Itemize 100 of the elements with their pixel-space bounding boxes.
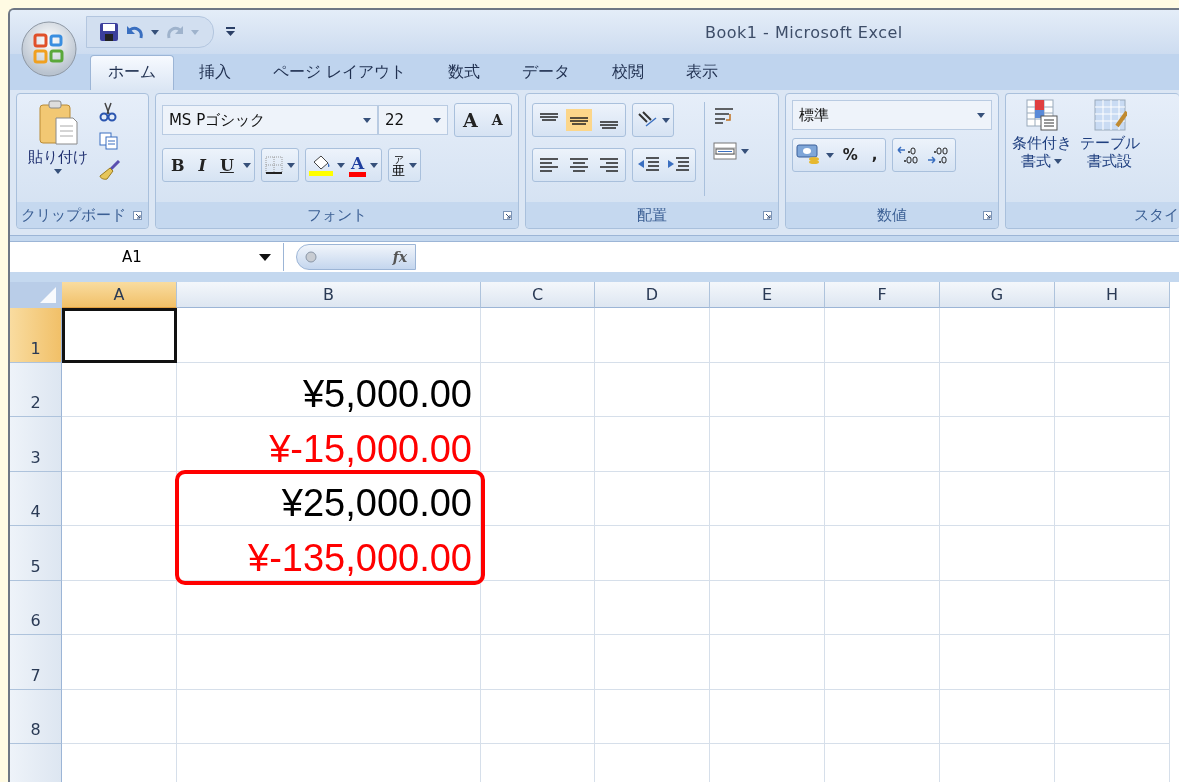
table-cell[interactable] bbox=[710, 417, 825, 472]
table-cell[interactable] bbox=[62, 689, 177, 744]
table-cell[interactable] bbox=[62, 635, 177, 690]
table-cell[interactable]: ¥-135,000.00 bbox=[177, 526, 481, 581]
row-header[interactable]: 4 bbox=[10, 471, 62, 526]
font-size-field[interactable]: 22 bbox=[377, 105, 448, 135]
table-cell[interactable] bbox=[940, 689, 1055, 744]
table-cell[interactable] bbox=[595, 580, 710, 635]
percent-button[interactable]: % bbox=[837, 146, 863, 164]
caret-icon[interactable] bbox=[661, 117, 670, 123]
table-cell[interactable] bbox=[940, 635, 1055, 690]
table-cell[interactable] bbox=[481, 417, 595, 472]
caret-icon[interactable] bbox=[740, 148, 749, 154]
table-cell[interactable] bbox=[825, 362, 940, 417]
table-cell[interactable] bbox=[1055, 417, 1170, 472]
table-cell[interactable]: ¥5,000.00 bbox=[177, 362, 481, 417]
table-cell[interactable] bbox=[710, 635, 825, 690]
dialog-launcher-icon[interactable] bbox=[502, 211, 512, 220]
table-cell[interactable] bbox=[940, 471, 1055, 526]
table-cell[interactable]: ¥25,000.00 bbox=[177, 471, 481, 526]
grip-icon[interactable] bbox=[305, 251, 317, 263]
wrap-text-icon[interactable] bbox=[712, 106, 735, 126]
grow-font-button[interactable]: A bbox=[457, 109, 483, 131]
table-cell[interactable] bbox=[710, 362, 825, 417]
table-cell[interactable] bbox=[595, 471, 710, 526]
copy-icon[interactable] bbox=[99, 132, 119, 150]
caret-icon[interactable] bbox=[242, 162, 251, 168]
border-icon[interactable] bbox=[264, 156, 283, 174]
caret-icon[interactable] bbox=[362, 117, 371, 123]
table-cell[interactable] bbox=[595, 308, 710, 363]
dialog-launcher-icon[interactable] bbox=[982, 211, 992, 220]
italic-button[interactable]: I bbox=[193, 155, 211, 175]
row-header[interactable]: 8 bbox=[10, 689, 62, 744]
font-color-button[interactable]: A bbox=[348, 153, 367, 177]
row-header[interactable]: 7 bbox=[10, 635, 62, 690]
row-header[interactable]: 1 bbox=[10, 308, 62, 363]
table-cell[interactable] bbox=[825, 635, 940, 690]
table-cell[interactable] bbox=[62, 362, 177, 417]
column-header[interactable]: H bbox=[1055, 282, 1170, 308]
caret-icon[interactable] bbox=[1054, 158, 1063, 164]
table-cell[interactable] bbox=[1055, 580, 1170, 635]
column-header[interactable]: A bbox=[62, 282, 177, 308]
table-cell[interactable] bbox=[1055, 362, 1170, 417]
table-cell[interactable] bbox=[1055, 308, 1170, 363]
ribbon-tab[interactable]: データ bbox=[505, 56, 588, 90]
column-header[interactable]: D bbox=[595, 282, 710, 308]
brush-icon[interactable] bbox=[99, 160, 121, 180]
scissors-icon[interactable] bbox=[99, 102, 117, 122]
table-cell[interactable] bbox=[1055, 471, 1170, 526]
table-cell[interactable] bbox=[940, 526, 1055, 581]
caret-icon[interactable] bbox=[286, 162, 295, 168]
fill-color-icon[interactable] bbox=[308, 154, 333, 176]
table-cell[interactable] bbox=[1055, 526, 1170, 581]
table-cell[interactable] bbox=[481, 635, 595, 690]
table-cell[interactable] bbox=[1055, 635, 1170, 690]
table-cell[interactable] bbox=[595, 417, 710, 472]
table-cell[interactable] bbox=[940, 417, 1055, 472]
ribbon-tab[interactable]: 校閲 bbox=[595, 56, 662, 90]
ribbon-tab[interactable]: 表示 bbox=[669, 56, 736, 90]
row-header[interactable]: 5 bbox=[10, 526, 62, 581]
table-cell[interactable] bbox=[177, 689, 481, 744]
bold-button[interactable]: B bbox=[165, 155, 190, 175]
table-cell[interactable] bbox=[710, 526, 825, 581]
table-cell[interactable] bbox=[825, 526, 940, 581]
column-header[interactable]: F bbox=[825, 282, 940, 308]
table-cell[interactable] bbox=[595, 635, 710, 690]
paste-button[interactable]: 貼り付け bbox=[23, 100, 93, 202]
ribbon-tab[interactable]: ホーム bbox=[90, 55, 174, 90]
caret-icon[interactable] bbox=[151, 29, 159, 35]
align-icon[interactable] bbox=[565, 109, 592, 131]
table-cell[interactable] bbox=[481, 689, 595, 744]
table-cell[interactable] bbox=[177, 635, 481, 690]
table-cell[interactable] bbox=[595, 362, 710, 417]
save-icon[interactable] bbox=[99, 22, 119, 42]
table-cell[interactable] bbox=[481, 580, 595, 635]
ribbon-tab[interactable]: 挿入 bbox=[182, 56, 248, 90]
table-cell[interactable]: ¥-15,000.00 bbox=[177, 417, 481, 472]
select-all-button[interactable] bbox=[10, 282, 62, 308]
caret-icon[interactable] bbox=[825, 152, 834, 158]
conditional-format-button[interactable]: 条件付き 書式 bbox=[1011, 98, 1072, 202]
currency-icon[interactable] bbox=[795, 144, 822, 166]
ribbon-tab[interactable]: 数式 bbox=[431, 56, 498, 90]
orientation-icon[interactable] bbox=[635, 110, 658, 130]
column-header[interactable]: C bbox=[481, 282, 595, 308]
table-cell[interactable] bbox=[62, 580, 177, 635]
table-cell[interactable] bbox=[177, 308, 481, 363]
table-cell[interactable] bbox=[825, 689, 940, 744]
table-cell[interactable] bbox=[940, 362, 1055, 417]
row-header[interactable]: 6 bbox=[10, 580, 62, 635]
table-cell[interactable] bbox=[62, 471, 177, 526]
table-cell[interactable] bbox=[710, 471, 825, 526]
table-cell[interactable] bbox=[481, 362, 595, 417]
shrink-font-button[interactable]: A bbox=[486, 112, 508, 128]
table-cell[interactable] bbox=[710, 580, 825, 635]
table-cell[interactable] bbox=[825, 417, 940, 472]
comma-button[interactable]: , bbox=[866, 146, 883, 164]
column-header[interactable]: G bbox=[940, 282, 1055, 308]
caret-icon[interactable] bbox=[336, 162, 345, 168]
table-cell[interactable] bbox=[710, 308, 825, 363]
table-cell[interactable] bbox=[825, 471, 940, 526]
